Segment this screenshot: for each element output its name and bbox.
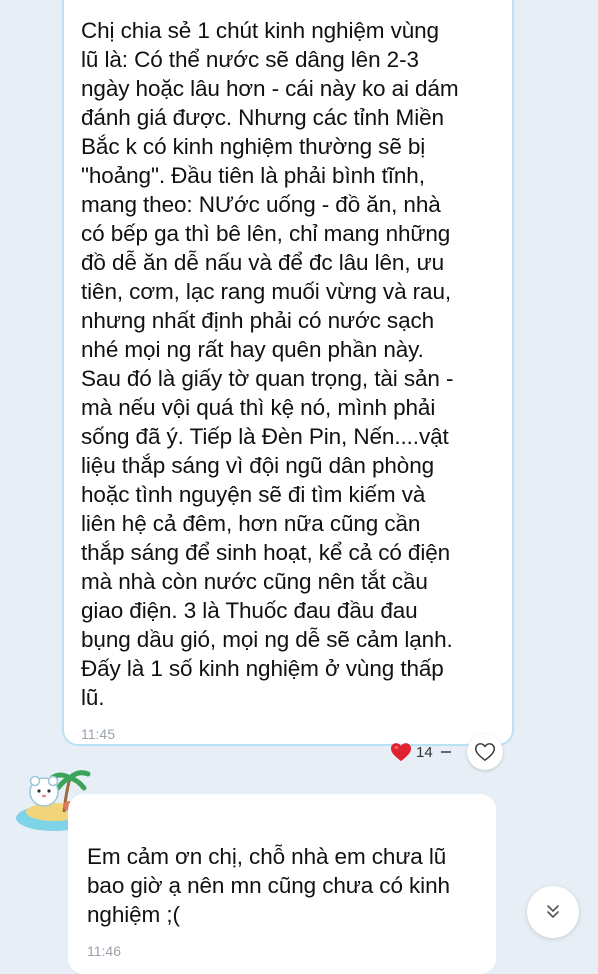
received-message-bubble[interactable]: Em cảm ơn chị, chỗ nhà em chưa lũ bao gi… bbox=[68, 794, 496, 974]
reaction-divider bbox=[440, 751, 451, 753]
sent-message-bubble[interactable]: Chị chia sẻ 1 chút kinh nghiệm vùng lũ l… bbox=[62, 0, 514, 746]
received-message-time: 11:46 bbox=[87, 943, 121, 959]
received-message-text: Em cảm ơn chị, chỗ nhà em chưa lũ bao gi… bbox=[87, 844, 450, 927]
sent-message-text: Chị chia sẻ 1 chút kinh nghiệm vùng lũ l… bbox=[81, 18, 459, 710]
heart-outline-icon bbox=[474, 743, 495, 761]
scroll-down-button[interactable] bbox=[527, 886, 579, 938]
heart-icon bbox=[391, 743, 411, 762]
like-button[interactable] bbox=[467, 734, 503, 770]
chat-area: Chị chia sẻ 1 chút kinh nghiệm vùng lũ l… bbox=[0, 0, 598, 974]
reaction-count: 14 bbox=[416, 743, 433, 761]
double-chevron-down-icon bbox=[547, 905, 559, 918]
reaction-summary[interactable]: 14 bbox=[390, 738, 451, 766]
